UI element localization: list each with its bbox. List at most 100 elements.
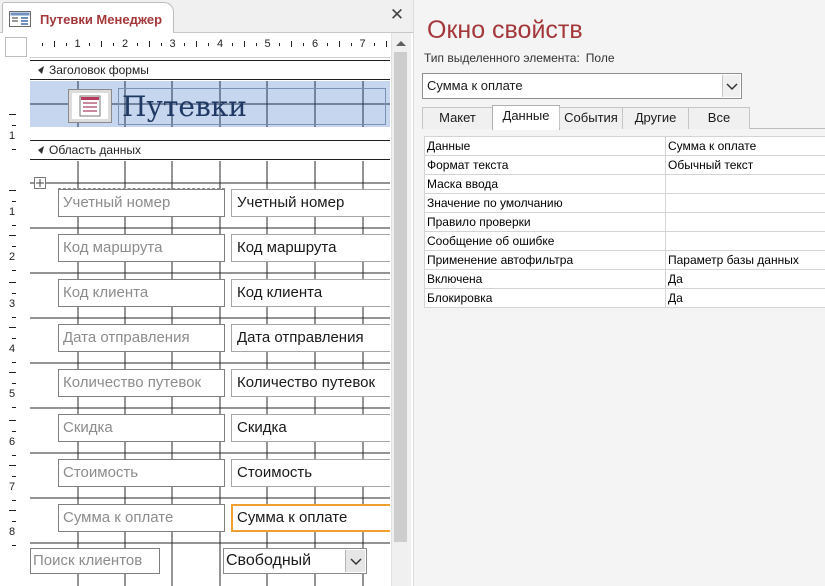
chevron-down-icon — [726, 83, 738, 91]
ruler-tick — [184, 43, 186, 46]
object-selector-dropdown[interactable]: Сумма к оплате — [422, 73, 742, 99]
ruler-tick — [136, 43, 138, 46]
property-row[interactable]: Включена Да — [424, 269, 825, 289]
property-sheet-tabs: Макет Данные События Другие Все — [422, 105, 825, 130]
search-combo-value: Свободный — [226, 552, 312, 569]
form-designer-pane: Путевки Менеджер ✕ 1 2 3 4 5 6 7 1 1 2 3 4 5 6 7 8 Заг… — [0, 0, 413, 586]
search-clients-label[interactable]: Поиск клиентов — [30, 548, 160, 574]
field-label[interactable]: Код маршрута — [58, 234, 225, 262]
ruler-tick — [12, 246, 16, 247]
selection-type-label: Тип выделенного элемента: — [424, 51, 580, 65]
move-handle-icon[interactable] — [34, 177, 46, 189]
field-textbox[interactable]: Код клиента — [231, 279, 390, 307]
horizontal-ruler: 1 2 3 4 5 6 7 — [30, 36, 390, 58]
ruler-tick — [12, 383, 16, 384]
ruler-tick — [9, 510, 16, 511]
property-name: Правило проверки — [424, 212, 666, 232]
property-value[interactable] — [665, 212, 825, 232]
object-selector-button[interactable] — [722, 75, 740, 97]
ruler-tick — [12, 476, 16, 477]
property-row[interactable]: Сообщение об ошибке — [424, 231, 825, 251]
ruler-tick — [9, 114, 16, 115]
section-arrow-icon — [38, 66, 44, 74]
form-selector[interactable] — [5, 37, 27, 57]
field-textbox[interactable]: Скидка — [231, 414, 390, 442]
ruler-tick — [338, 41, 340, 47]
selection-type: Тип выделенного элемента: Поле — [424, 51, 615, 65]
ruler-tick — [208, 43, 210, 46]
ruler-tick — [9, 327, 16, 328]
property-value[interactable]: Да — [665, 269, 825, 289]
ruler-tick — [196, 41, 198, 47]
field-label[interactable]: Дата отправления — [58, 324, 225, 352]
ruler-number: 7 — [9, 481, 16, 493]
field-label[interactable]: Количество путевок — [58, 369, 225, 397]
property-value[interactable] — [665, 174, 825, 194]
ruler-tick — [291, 41, 293, 47]
ruler-number: 1 — [9, 206, 16, 218]
form-header-section-label: Заголовок формы — [49, 63, 149, 77]
property-grid: Данные Сумма к оплате Формат текста Обычный… — [424, 136, 825, 308]
property-value[interactable] — [665, 231, 825, 251]
form-logo-icon[interactable] — [68, 89, 112, 123]
property-tab[interactable]: Другие — [622, 107, 689, 129]
ruler-tick — [9, 420, 16, 421]
ruler-tick — [243, 41, 245, 47]
field-label[interactable]: Сумма к оплате — [58, 504, 225, 532]
field-label[interactable]: Учетный номер — [58, 189, 225, 217]
property-tab[interactable]: Макет — [422, 107, 493, 129]
ruler-number: 4 — [9, 343, 16, 355]
form-canvas: Заголовок формы Область данных Путевки У… — [30, 60, 390, 586]
property-value[interactable]: Сумма к оплате — [665, 136, 825, 156]
scroll-up-icon[interactable] — [394, 38, 408, 48]
combo-dropdown-button[interactable] — [345, 550, 365, 572]
field-label[interactable]: Скидка — [58, 414, 225, 442]
ruler-tick — [65, 43, 67, 46]
ruler-number: 5 — [264, 38, 271, 50]
field-textbox[interactable]: Стоимость — [231, 459, 390, 487]
ruler-tick — [12, 362, 16, 363]
ruler-tick — [12, 500, 16, 501]
ruler-tick — [160, 43, 162, 46]
ruler-tick — [374, 43, 376, 46]
property-value[interactable]: Параметр базы данных — [665, 250, 825, 270]
form-title[interactable]: Путевки — [118, 88, 386, 125]
property-tab[interactable]: Данные — [492, 105, 560, 130]
property-row[interactable]: Правило проверки — [424, 212, 825, 232]
selection-type-value: Поле — [585, 51, 615, 65]
ruler-tick — [12, 338, 16, 339]
search-clients-combobox[interactable]: Свободный — [223, 548, 367, 574]
document-tab[interactable]: Путевки Менеджер — [2, 2, 174, 33]
field-label[interactable]: Код клиента — [58, 279, 225, 307]
property-row[interactable]: Формат текста Обычный текст — [424, 155, 825, 175]
property-name: Значение по умолчанию — [424, 193, 666, 213]
field-textbox[interactable]: Дата отправления — [231, 324, 390, 352]
property-value[interactable]: Да — [665, 288, 825, 308]
property-value[interactable]: Обычный текст — [665, 155, 825, 175]
field-label[interactable]: Стоимость — [58, 459, 225, 487]
ruler-tick — [231, 43, 233, 46]
property-row[interactable]: Данные Сумма к оплате — [424, 136, 825, 156]
property-row[interactable]: Маска ввода — [424, 174, 825, 194]
property-name: Применение автофильтра — [424, 250, 666, 270]
property-row[interactable]: Значение по умолчанию — [424, 193, 825, 213]
field-textbox[interactable]: Количество путевок — [231, 369, 390, 397]
form-header-section-bar[interactable]: Заголовок формы — [30, 60, 390, 80]
property-tab[interactable]: События — [559, 107, 623, 129]
document-tab-bar: Путевки Менеджер ✕ — [0, 0, 413, 33]
property-value[interactable] — [665, 193, 825, 213]
section-arrow-icon — [38, 146, 44, 154]
field-textbox[interactable]: Код маршрута — [231, 234, 390, 262]
vertical-scrollbar-thumb[interactable] — [394, 52, 407, 542]
ruler-number: 5 — [9, 388, 16, 400]
detail-section-bar[interactable]: Область данных — [30, 140, 390, 160]
close-document-button[interactable]: ✕ — [388, 6, 406, 24]
property-tab[interactable]: Все — [688, 107, 750, 129]
property-row[interactable]: Блокировка Да — [424, 288, 825, 308]
ruler-tick — [89, 43, 91, 46]
property-sheet-pane: Окно свойств Тип выделенного элемента: По… — [413, 0, 825, 586]
property-row[interactable]: Применение автофильтра Параметр базы данн… — [424, 250, 825, 270]
ruler-tick — [12, 270, 16, 271]
field-textbox[interactable]: Сумма к оплате — [231, 504, 390, 532]
field-textbox[interactable]: Учетный номер — [231, 189, 390, 217]
